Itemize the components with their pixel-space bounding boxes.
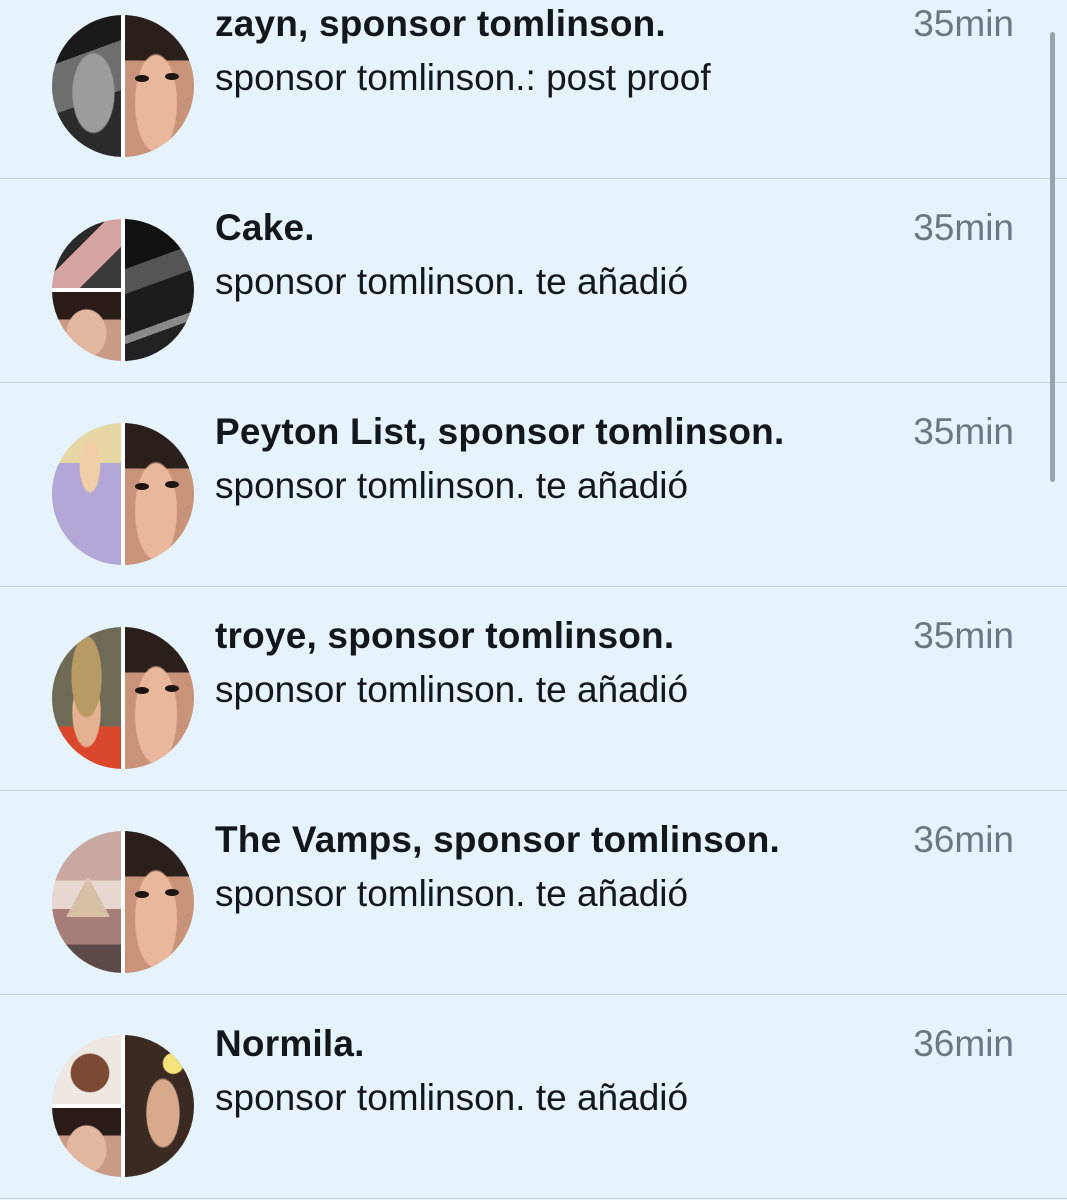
group-avatar (52, 423, 194, 565)
conversation-preview: sponsor tomlinson. te añadió (215, 669, 689, 710)
conversation-title: Cake. (215, 207, 315, 248)
conversation-row[interactable]: Normila. sponsor tomlinson. te añadió 36… (0, 995, 1067, 1199)
conversation-title: Peyton List, sponsor tomlinson. (215, 411, 785, 452)
group-avatar (52, 1035, 194, 1177)
group-avatar (52, 627, 194, 769)
avatar-photo (52, 1108, 121, 1177)
avatar-photo (125, 627, 194, 769)
avatar-photo (52, 292, 121, 361)
conversation-row[interactable]: troye, sponsor tomlinson. sponsor tomlin… (0, 587, 1067, 791)
conversation-preview: sponsor tomlinson. te añadió (215, 465, 689, 506)
conversation-time: 35min (913, 411, 1014, 452)
conversation-row[interactable]: The Vamps, sponsor tomlinson. sponsor to… (0, 791, 1067, 995)
conversation-time: 35min (913, 3, 1014, 44)
avatar-photo (125, 15, 194, 157)
group-avatar (52, 219, 194, 361)
conversation-time: 35min (913, 615, 1014, 656)
conversation-preview: sponsor tomlinson. te añadió (215, 873, 689, 914)
conversation-time: 35min (913, 207, 1014, 248)
avatar-photo (125, 219, 194, 361)
avatar-photo (125, 1035, 194, 1177)
avatar-photo (125, 423, 194, 565)
conversation-title: The Vamps, sponsor tomlinson. (215, 819, 780, 860)
avatar-photo (52, 423, 121, 565)
avatar-photo (52, 15, 121, 157)
conversation-preview: sponsor tomlinson.: post proof (215, 57, 711, 98)
avatar-photo (52, 627, 121, 769)
conversation-title: Normila. (215, 1023, 365, 1064)
conversation-row[interactable]: Cake. sponsor tomlinson. te añadió 35min (0, 179, 1067, 383)
conversation-time: 36min (913, 1023, 1014, 1064)
group-avatar (52, 15, 194, 157)
avatar-photo (125, 831, 194, 973)
conversation-list: zayn, sponsor tomlinson. sponsor tomlins… (0, 0, 1067, 1199)
scrollbar[interactable] (1050, 32, 1055, 482)
conversation-time: 36min (913, 819, 1014, 860)
conversation-preview: sponsor tomlinson. te añadió (215, 1077, 689, 1118)
conversation-title: troye, sponsor tomlinson. (215, 615, 675, 656)
conversation-row[interactable]: Peyton List, sponsor tomlinson. sponsor … (0, 383, 1067, 587)
conversation-title: zayn, sponsor tomlinson. (215, 3, 666, 44)
avatar-photo (52, 831, 121, 973)
group-avatar (52, 831, 194, 973)
conversation-preview: sponsor tomlinson. te añadió (215, 261, 689, 302)
conversation-row[interactable]: zayn, sponsor tomlinson. sponsor tomlins… (0, 0, 1067, 179)
avatar-photo (52, 219, 121, 288)
avatar-photo (52, 1035, 121, 1104)
